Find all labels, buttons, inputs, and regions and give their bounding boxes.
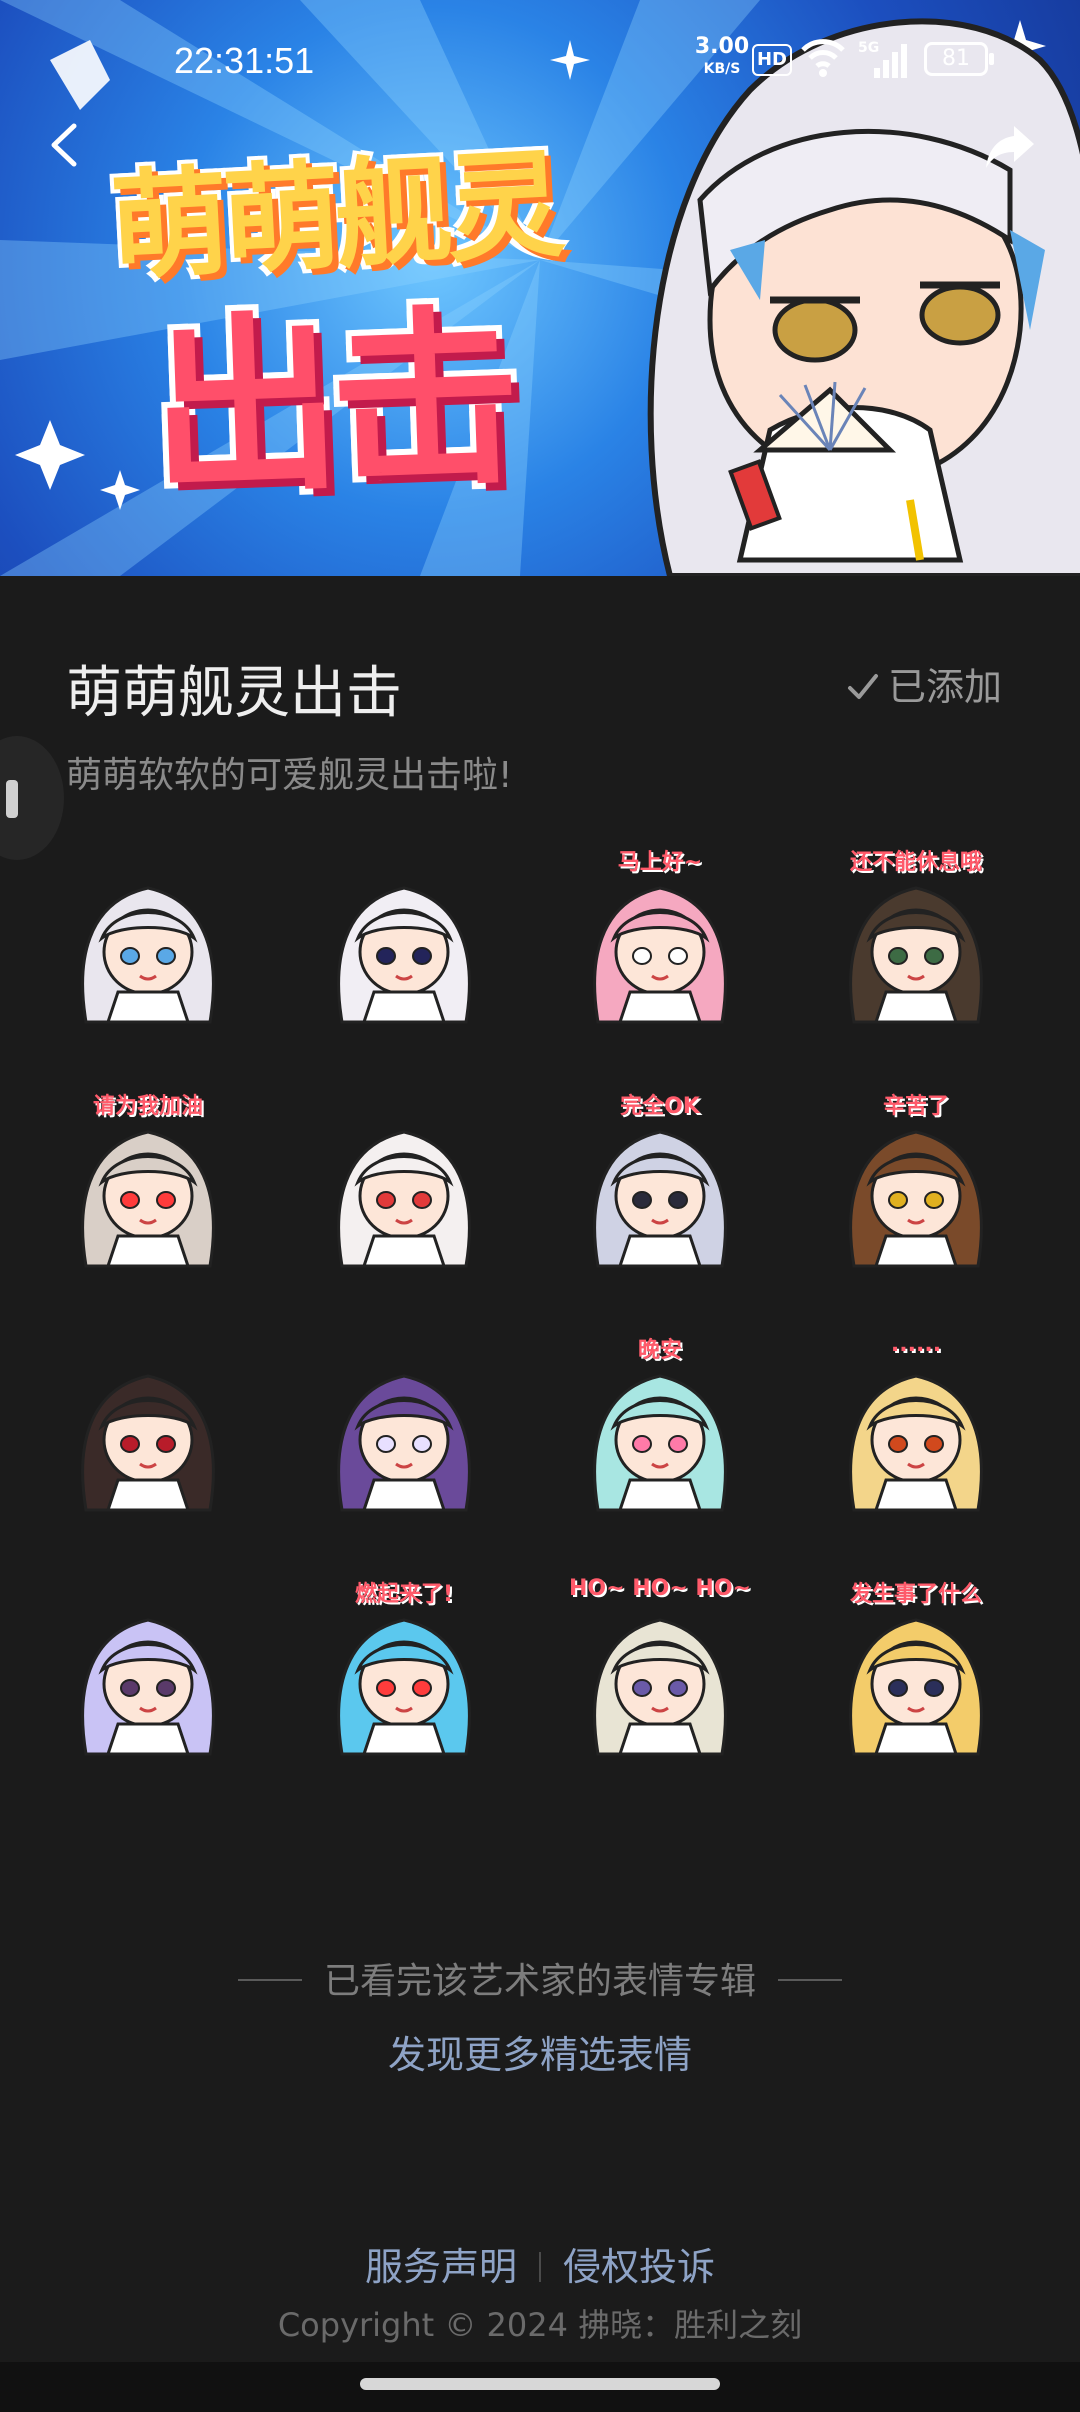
- sticker-caption: 还不能休息哦: [849, 850, 982, 875]
- sticker-item[interactable]: 发生事了什么: [824, 1582, 1008, 1768]
- sticker-image: [337, 1618, 471, 1756]
- sticker-image: [81, 886, 215, 1024]
- status-time: 22:31:51: [174, 40, 315, 81]
- sticker-image: [849, 886, 983, 1024]
- sticker-item[interactable]: [312, 1096, 496, 1280]
- sticker-image: [337, 1374, 471, 1512]
- pack-description: 萌萌软软的可爱舰灵出击啦!: [66, 755, 513, 796]
- sticker-item[interactable]: 辛苦了: [824, 1094, 1008, 1280]
- page-title: 萌萌舰灵出击: [66, 661, 402, 726]
- sticker-image: [849, 1374, 983, 1512]
- sticker-item[interactable]: 马上好~: [568, 850, 752, 1036]
- sticker-item[interactable]: [56, 852, 240, 1036]
- sticker-item[interactable]: 请为我加油: [56, 1094, 240, 1280]
- back-arrow-icon[interactable]: [40, 120, 90, 170]
- sticker-item[interactable]: 燃起来了!: [312, 1582, 496, 1768]
- added-status: 已添加: [846, 656, 1002, 711]
- sticker-caption: 发生事了什么: [849, 1582, 982, 1607]
- end-of-album-label: 已看完该艺术家的表情专辑: [323, 1961, 756, 2002]
- sticker-image: [593, 1374, 727, 1512]
- sticker-image: [849, 1618, 983, 1756]
- infringement-complaint-link[interactable]: 侵权投诉: [563, 2245, 715, 2289]
- sticker-item[interactable]: 完全OK: [568, 1094, 752, 1280]
- sticker-image: [849, 1130, 983, 1268]
- battery-indicator: 81: [924, 42, 994, 76]
- wifi-icon: [801, 39, 845, 77]
- network-speed: 3.00 KB/S: [692, 36, 752, 80]
- copyright-text: Copyright © 2024 拂晓：胜利之刻: [277, 2306, 803, 2344]
- network-speed-unit: KB/S: [703, 61, 741, 77]
- sticker-item[interactable]: [312, 852, 496, 1036]
- side-drag-handle[interactable]: [0, 736, 64, 860]
- sticker-image: [81, 1374, 215, 1512]
- sticker-caption: ......: [890, 1332, 942, 1357]
- sticker-item[interactable]: 还不能休息哦: [824, 850, 1008, 1036]
- sticker-item[interactable]: ......: [824, 1332, 1008, 1524]
- sticker-image: [593, 1618, 727, 1756]
- sticker-caption: 马上好~: [617, 850, 703, 875]
- sticker-item[interactable]: [312, 1340, 496, 1524]
- banner: 萌萌舰灵 出击: [0, 0, 1080, 576]
- sticker-image: [593, 886, 727, 1024]
- sticker-image: [337, 886, 471, 1024]
- banner-title-line2: 出击: [146, 287, 515, 522]
- sticker-grid: 马上好~ 还不能休息哦请为我加油 完全OK 辛苦了晚安...... 燃起来了! HO~ H…: [56, 850, 1024, 1792]
- sticker-image: [593, 1130, 727, 1268]
- hd-icon: HD: [752, 44, 792, 76]
- sticker-item[interactable]: [56, 1340, 240, 1524]
- discover-more-link[interactable]: 发现更多精选表情: [0, 2024, 1080, 2079]
- sticker-item[interactable]: 晚安: [568, 1338, 752, 1524]
- status-bar: 22:31:51 3.00 KB/S HD 5G 81: [0, 36, 1080, 86]
- sticker-image: [81, 1618, 215, 1756]
- footer-links: 服务声明 侵权投诉: [0, 2236, 1080, 2291]
- sticker-caption: 请为我加油: [92, 1094, 203, 1119]
- sticker-item[interactable]: HO~ HO~ HO~: [568, 1576, 752, 1768]
- share-icon[interactable]: [980, 116, 1040, 176]
- signal-icon: 5G: [858, 40, 907, 78]
- sticker-caption: 完全OK: [620, 1094, 700, 1119]
- home-indicator[interactable]: [360, 2378, 720, 2390]
- check-icon: [848, 674, 878, 699]
- sticker-caption: HO~ HO~ HO~: [569, 1576, 751, 1601]
- service-statement-link[interactable]: 服务声明: [365, 2245, 517, 2289]
- sticker-item[interactable]: [56, 1584, 240, 1768]
- sticker-caption: 辛苦了: [882, 1094, 949, 1119]
- sticker-caption: 燃起来了!: [354, 1582, 454, 1607]
- banner-character-illustration: [647, 18, 1080, 576]
- sticker-caption: 晚安: [637, 1338, 682, 1363]
- added-label: 已添加: [888, 665, 1003, 709]
- network-speed-value: 3.00: [694, 34, 750, 59]
- sticker-image: [81, 1130, 215, 1268]
- sticker-image: [337, 1130, 471, 1268]
- end-of-album-text: 已看完该艺术家的表情专辑: [0, 1952, 1080, 2004]
- signal-type-label: 5G: [858, 40, 879, 56]
